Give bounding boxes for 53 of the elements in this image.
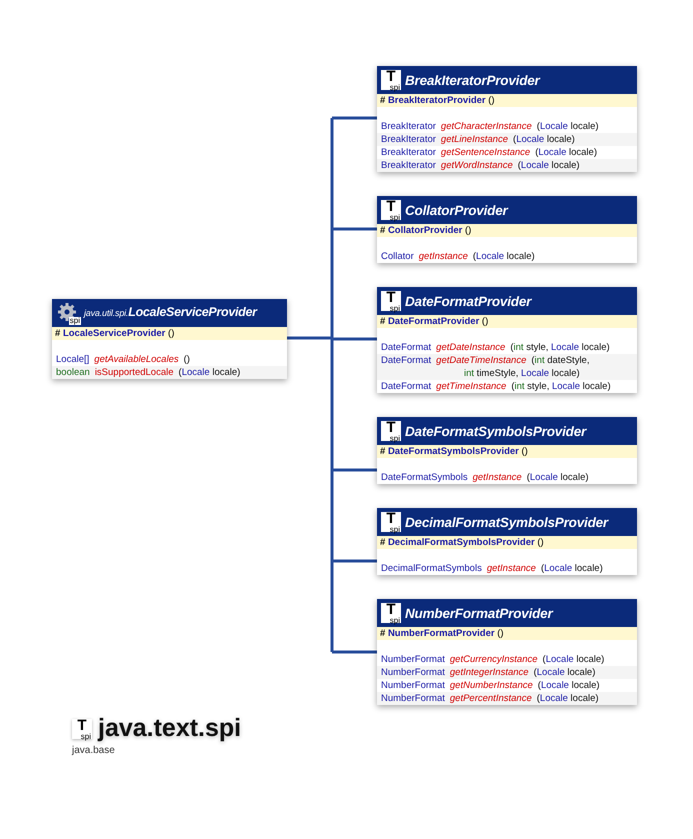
method-signature: NumberFormat getPercentInstance (Locale locale) bbox=[377, 692, 637, 705]
module-name: java.base bbox=[72, 745, 116, 756]
visibility-marker: # bbox=[380, 316, 386, 327]
visibility-marker: # bbox=[380, 225, 386, 236]
method-signature: Locale[] getAvailableLocales () bbox=[55, 353, 191, 366]
interface-icon: T spi bbox=[381, 291, 401, 311]
parameter-list: () bbox=[522, 446, 528, 457]
constructor-name: NumberFormatProvider bbox=[388, 628, 495, 639]
method-signature: DateFormat getDateInstance (int style, Locale locale) bbox=[380, 341, 611, 354]
constructor-name: DecimalFormatSymbolsProvider bbox=[388, 537, 535, 548]
class-title: DecimalFormatSymbolsProvider bbox=[405, 516, 608, 528]
package-title: java.text.spi bbox=[98, 714, 242, 743]
interface-icon: T spi bbox=[381, 512, 401, 532]
method-signature: DecimalFormatSymbols getInstance (Locale locale) bbox=[380, 562, 604, 575]
method-signature: DateFormatSymbols getInstance (Locale locale) bbox=[380, 471, 590, 484]
visibility-marker: # bbox=[380, 95, 386, 106]
visibility-marker: # bbox=[55, 328, 60, 339]
package-icon: T spi bbox=[72, 718, 92, 738]
interface-icon: T spi bbox=[381, 603, 401, 623]
method-signature: boolean isSupportedLocale (Locale locale) bbox=[52, 366, 287, 379]
class-title: DateFormatProvider bbox=[405, 294, 532, 308]
method-signature: NumberFormat getCurrencyInstance (Locale locale) bbox=[380, 653, 606, 666]
method-signature: BreakIterator getCharacterInstance (Locale locale) bbox=[380, 120, 600, 133]
parameter-list: () bbox=[482, 316, 488, 327]
class-title: DateFormatSymbolsProvider bbox=[405, 424, 586, 438]
parameter-list: () bbox=[488, 95, 495, 106]
class-title: BreakIteratorProvider bbox=[405, 74, 540, 86]
interface-icon: T spi bbox=[381, 421, 401, 441]
interface-icon: T spi bbox=[381, 200, 401, 220]
method-signature: NumberFormat getNumberInstance (Locale locale) bbox=[380, 679, 601, 692]
method-signature: BreakIterator getLineInstance (Locale locale) bbox=[377, 133, 637, 146]
parameter-list: () bbox=[465, 225, 472, 236]
method-signature: BreakIterator getWordInstance (Locale locale) bbox=[377, 159, 637, 172]
constructor-name: DateFormatProvider bbox=[388, 316, 480, 327]
constructor-name: LocaleServiceProvider bbox=[62, 328, 166, 339]
visibility-marker: # bbox=[380, 446, 386, 457]
method-signature: DateFormat getDateTimeInstance (int dateStyle, int timeStyle, Locale locale) bbox=[377, 354, 637, 380]
visibility-marker: # bbox=[380, 628, 386, 639]
parameter-list: () bbox=[537, 537, 544, 548]
visibility-marker: # bbox=[380, 537, 386, 548]
method-signature: DateFormat getTimeInstance (int style, Locale locale) bbox=[380, 380, 612, 393]
constructor-name: CollatorProvider bbox=[388, 225, 462, 236]
method-signature: NumberFormat getIntegerInstance (Locale locale) bbox=[377, 666, 637, 679]
class-title: CollatorProvider bbox=[405, 204, 508, 216]
constructor-name: BreakIteratorProvider bbox=[388, 95, 486, 106]
parameter-list: () bbox=[168, 328, 174, 339]
method-signature: Collator getInstance (Locale locale) bbox=[380, 250, 536, 263]
class-title: java.util.spi.LocaleServiceProvider bbox=[84, 306, 257, 320]
interface-icon: T spi bbox=[381, 70, 401, 90]
parameter-list: () bbox=[497, 628, 504, 639]
constructor-name: DateFormatSymbolsProvider bbox=[388, 446, 519, 457]
method-signature: BreakIterator getSentenceInstance (Locale locale) bbox=[380, 146, 598, 159]
class-title: NumberFormatProvider bbox=[405, 606, 553, 620]
